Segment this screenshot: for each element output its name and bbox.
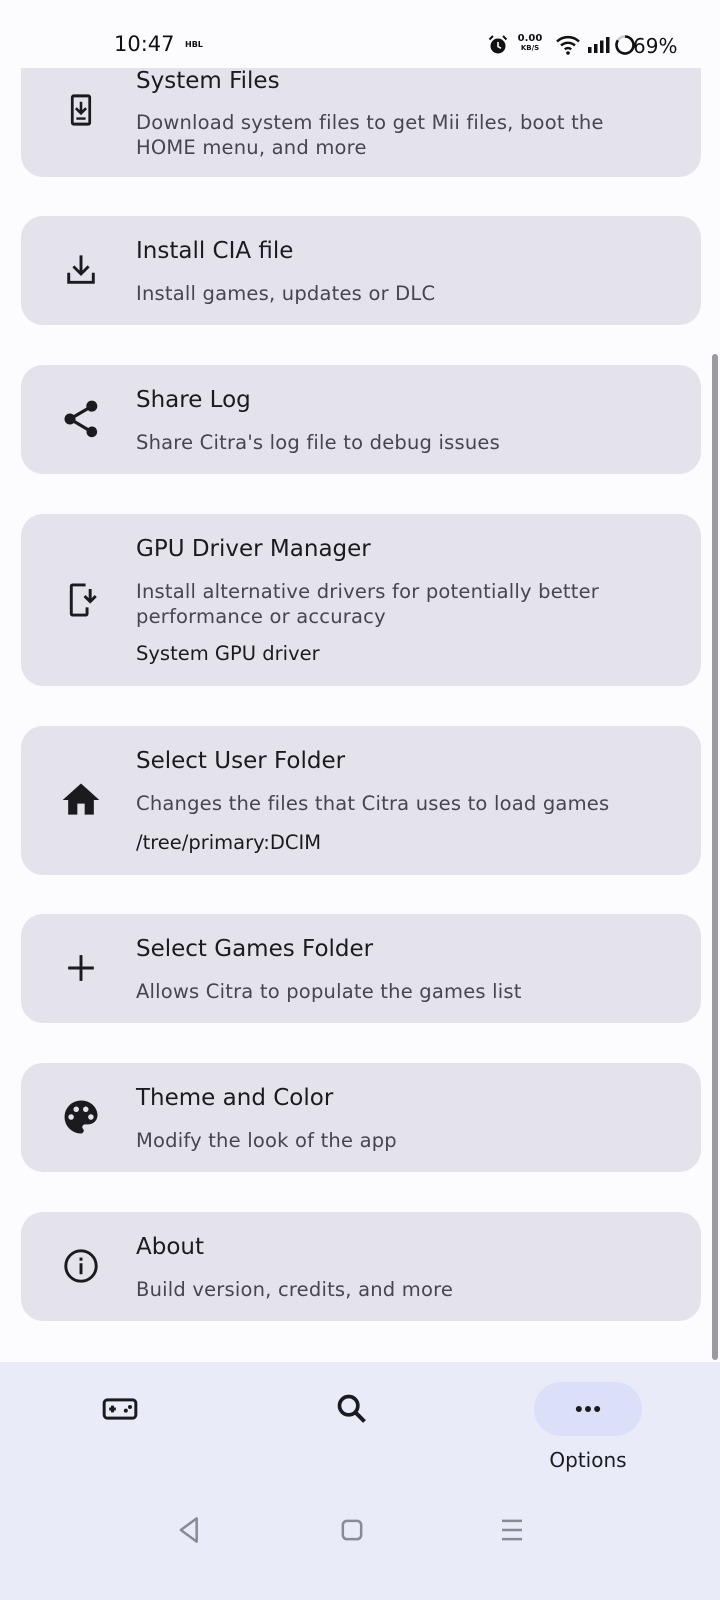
- signal-icon: [588, 37, 610, 53]
- status-time: 10:47: [114, 32, 175, 56]
- home-icon: [59, 778, 103, 822]
- wifi-icon: [556, 35, 580, 55]
- status-bar: 10:47 HBL 0.00 KB/S 69%: [0, 0, 720, 68]
- system-home-button[interactable]: [332, 1510, 372, 1550]
- nav-options-indicator: [534, 1382, 642, 1436]
- nav-options[interactable]: Options: [468, 1362, 708, 1492]
- status-indicators: 0.00 KB/S 69%: [480, 30, 720, 60]
- network-speed-unit: KB/S: [520, 44, 540, 52]
- info-icon: [59, 1244, 103, 1288]
- system-recents-button[interactable]: [492, 1510, 532, 1550]
- menu-item-title: Select User Folder: [136, 748, 346, 774]
- menu-item-description: Modify the look of the app: [136, 1129, 397, 1152]
- network-speed-value: 0.00: [517, 33, 543, 44]
- menu-item-title: GPU Driver Manager: [136, 536, 371, 562]
- menu-item-title: Theme and Color: [136, 1085, 334, 1111]
- menu-item-title: About: [136, 1234, 205, 1260]
- menu-item-title: System Files: [136, 68, 280, 94]
- alarm-icon: [488, 35, 508, 54]
- system-navigation-bar: [0, 1490, 720, 1570]
- nav-games[interactable]: [0, 1362, 240, 1492]
- menu-item-title: Share Log: [136, 387, 251, 413]
- menu-item-description: Changes the files that Citra uses to loa…: [136, 792, 610, 815]
- install-download-icon: [59, 248, 103, 292]
- nav-search-indicator: [298, 1382, 406, 1436]
- nav-search[interactable]: [232, 1362, 472, 1492]
- scrollbar[interactable]: [712, 354, 718, 1360]
- nav-games-indicator: [66, 1382, 174, 1436]
- menu-item-title: Install CIA file: [136, 238, 294, 264]
- menu-item-value: /tree/primary:DCIM: [136, 831, 322, 854]
- menu-item-title: Select Games Folder: [136, 936, 374, 962]
- download-to-device-icon: [59, 88, 103, 132]
- home-square-icon: [341, 1519, 363, 1541]
- share-icon: [59, 397, 103, 441]
- menu-item-description: Allows Citra to populate the games list: [136, 980, 522, 1003]
- menu-item-select-user-folder[interactable]: Select User Folder Changes the files tha…: [21, 726, 701, 875]
- palette-icon: [59, 1095, 103, 1139]
- menu-item-install-cia[interactable]: Install CIA file Install games, updates …: [21, 216, 701, 325]
- phone-download-icon: [59, 578, 103, 622]
- menu-item-value: System GPU driver: [136, 642, 320, 665]
- battery-percent: 69%: [633, 34, 678, 58]
- menu-item-about[interactable]: About Build version, credits, and more: [21, 1212, 701, 1321]
- system-back-button[interactable]: [170, 1510, 210, 1550]
- menu-item-description: Download system files to get Mii files, …: [136, 111, 604, 159]
- search-icon: [337, 1394, 366, 1423]
- menu-item-description: Build version, credits, and more: [136, 1278, 454, 1301]
- back-icon: [179, 1517, 198, 1543]
- network-speed: 0.00 KB/S: [513, 33, 547, 53]
- more-horiz-icon: [575, 1406, 601, 1412]
- menu-item-select-games-folder[interactable]: Select Games Folder Allows Citra to popu…: [21, 914, 701, 1023]
- menu-item-gpu-driver-manager[interactable]: GPU Driver Manager Install alternative d…: [21, 514, 701, 686]
- menu-item-theme-and-color[interactable]: Theme and Color Modify the look of the a…: [21, 1063, 701, 1172]
- menu-item-description: Share Citra's log file to debug issues: [136, 431, 500, 454]
- menu-item-description: Install alternative drivers for potentia…: [136, 580, 600, 628]
- menu-item-description: Install games, updates or DLC: [136, 282, 436, 305]
- plus-icon: [59, 946, 103, 990]
- nav-options-label: Options: [549, 1448, 627, 1472]
- menu-item-share-log[interactable]: Share Log Share Citra's log file to debu…: [21, 365, 701, 474]
- gamepad-icon: [102, 1398, 138, 1420]
- recents-icon: [502, 1519, 522, 1541]
- status-carrier: HBL: [185, 40, 203, 49]
